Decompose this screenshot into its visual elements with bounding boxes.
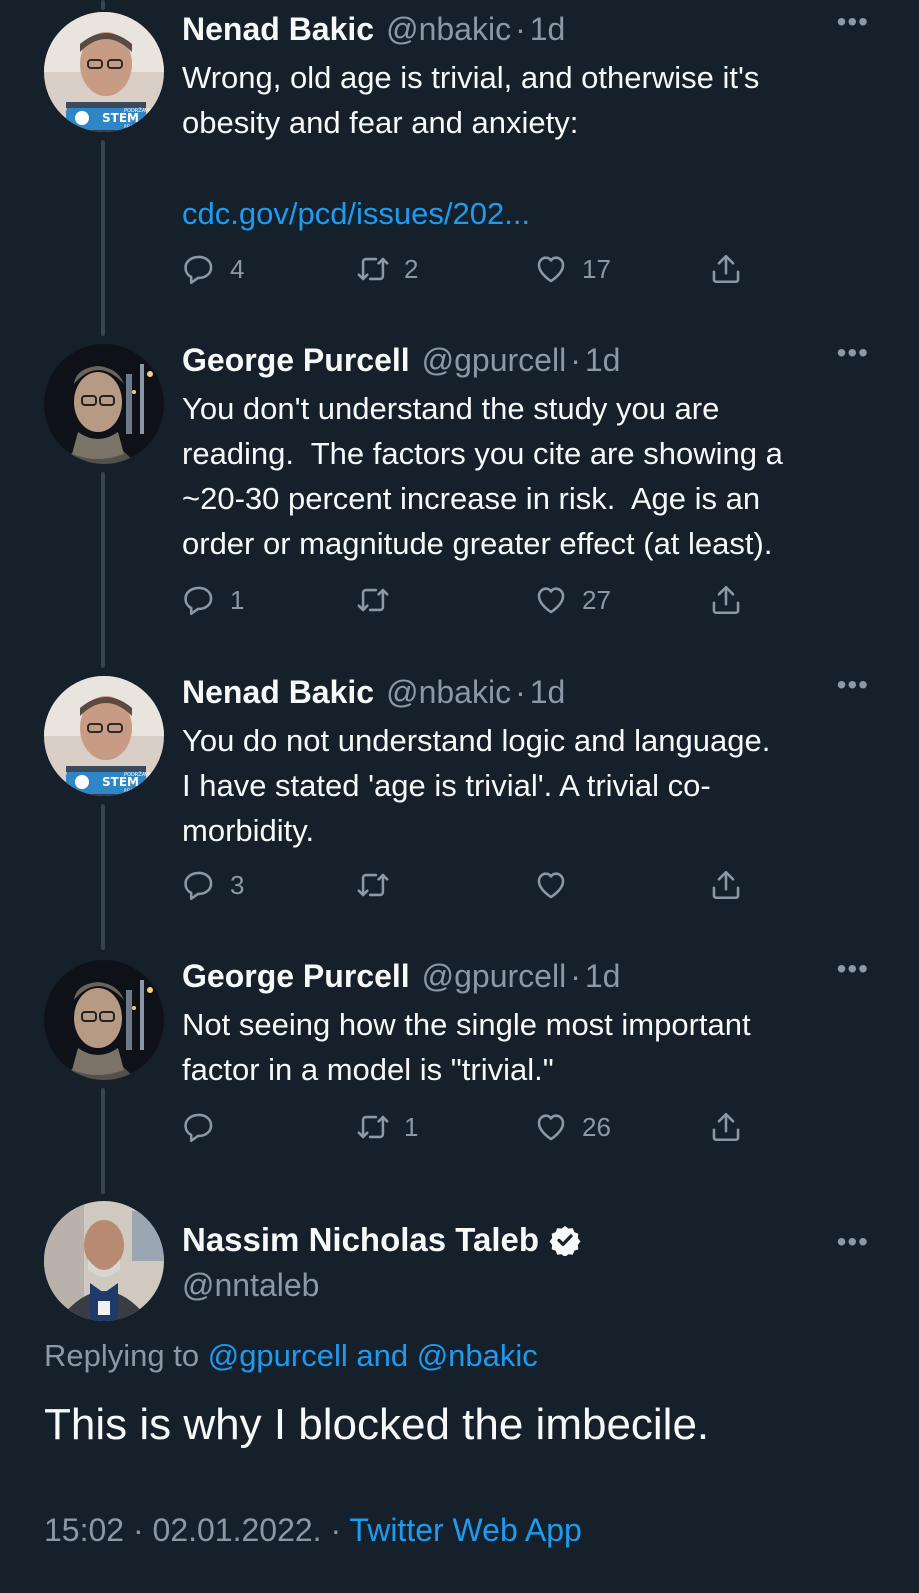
share-icon bbox=[709, 252, 743, 286]
avatar[interactable]: PODRŽAVAM STEM REVOLUCIJU bbox=[44, 12, 164, 132]
author-handle[interactable]: @gpurcell bbox=[422, 957, 567, 995]
tweet-actions: 1 26 bbox=[182, 1110, 782, 1150]
avatar-badge-bottom: REVOLUCIJU bbox=[124, 124, 148, 129]
retweet-icon bbox=[356, 1110, 390, 1144]
timestamp[interactable]: 1d bbox=[530, 10, 566, 48]
like-button[interactable] bbox=[534, 868, 582, 902]
reply-count: 1 bbox=[230, 584, 245, 615]
like-icon bbox=[534, 868, 568, 902]
separator: · bbox=[515, 11, 526, 47]
tweet[interactable]: George Purcell @gpurcell · 1d ••• Not se… bbox=[182, 955, 899, 1092]
author-name[interactable]: George Purcell bbox=[182, 341, 410, 379]
author-handle[interactable]: @nbakic bbox=[386, 673, 511, 711]
reply-count: 4 bbox=[230, 253, 245, 284]
author-name[interactable]: Nenad Bakic bbox=[182, 673, 374, 711]
share-button[interactable] bbox=[709, 1110, 743, 1144]
retweet-button[interactable] bbox=[356, 868, 404, 902]
like-count: 17 bbox=[582, 253, 611, 284]
reply-button[interactable]: 3 bbox=[182, 868, 244, 902]
avatar[interactable] bbox=[44, 1201, 164, 1321]
share-icon bbox=[709, 583, 743, 617]
thread-line bbox=[101, 804, 105, 950]
tweet[interactable]: George Purcell @gpurcell · 1d ••• You do… bbox=[182, 339, 899, 566]
reply-icon bbox=[182, 868, 216, 902]
avatar[interactable] bbox=[44, 960, 164, 1080]
tweet[interactable]: Nenad Bakic @nbakic · 1d ••• You do not … bbox=[182, 671, 899, 853]
main-tweet-text: This is why I blocked the imbecile. bbox=[44, 1400, 710, 1449]
more-icon[interactable]: ••• bbox=[837, 1228, 869, 1256]
share-button[interactable] bbox=[709, 252, 743, 286]
like-button[interactable]: 26 bbox=[534, 1110, 611, 1144]
author-handle[interactable]: @nntaleb bbox=[182, 1264, 581, 1306]
author-handle[interactable]: @gpurcell bbox=[422, 341, 567, 379]
author-name[interactable]: George Purcell bbox=[182, 957, 410, 995]
like-icon bbox=[534, 583, 568, 617]
avatar[interactable]: PODRŽAVAM STEM REVOLUCIJU bbox=[44, 676, 164, 796]
share-button[interactable] bbox=[709, 868, 743, 902]
thread-line bbox=[101, 140, 105, 336]
retweet-icon bbox=[356, 583, 390, 617]
tweet-actions: 3 bbox=[182, 868, 782, 908]
separator: · bbox=[570, 958, 581, 994]
like-button[interactable]: 27 bbox=[534, 583, 611, 617]
retweet-icon bbox=[356, 868, 390, 902]
tweet-text: Wrong, old age is trivial, and otherwise… bbox=[182, 60, 760, 140]
like-icon bbox=[534, 1110, 568, 1144]
retweet-icon bbox=[356, 252, 390, 286]
like-count: 27 bbox=[582, 584, 611, 615]
separator: · bbox=[515, 674, 526, 710]
like-count: 26 bbox=[582, 1111, 611, 1142]
more-icon[interactable]: ••• bbox=[837, 8, 869, 36]
tweet-text: You don't understand the study you are r… bbox=[182, 391, 783, 561]
share-button[interactable] bbox=[709, 583, 743, 617]
tweet-source-app[interactable]: Twitter Web App bbox=[349, 1512, 581, 1548]
reply-button[interactable] bbox=[182, 1110, 230, 1144]
avatar[interactable] bbox=[44, 344, 164, 464]
timestamp[interactable]: 1d bbox=[530, 673, 566, 711]
thread-line bbox=[101, 1088, 105, 1194]
tweet-text: You do not understand logic and language… bbox=[182, 723, 771, 848]
reply-count: 3 bbox=[230, 869, 245, 900]
more-icon[interactable]: ••• bbox=[837, 339, 869, 367]
tweet-link[interactable]: cdc.gov/pcd/issues/202... bbox=[182, 191, 899, 236]
avatar-badge-text: STEM bbox=[102, 111, 139, 125]
tweet-actions: 1 27 bbox=[182, 583, 782, 623]
retweet-count: 2 bbox=[404, 253, 419, 284]
retweet-button[interactable] bbox=[356, 583, 404, 617]
replying-to: Replying to @gpurcell and @nbakic bbox=[44, 1338, 538, 1374]
replying-mentions[interactable]: @gpurcell and @nbakic bbox=[208, 1338, 538, 1373]
like-icon bbox=[534, 252, 568, 286]
reply-button[interactable]: 1 bbox=[182, 583, 244, 617]
reply-icon bbox=[182, 583, 216, 617]
reply-icon bbox=[182, 252, 216, 286]
tweet-metadata: 15:02 · 02.01.2022. · Twitter Web App bbox=[44, 1512, 582, 1549]
retweet-button[interactable]: 2 bbox=[356, 252, 418, 286]
author-name[interactable]: Nenad Bakic bbox=[182, 10, 374, 48]
thread-line bbox=[101, 472, 105, 668]
reply-button[interactable]: 4 bbox=[182, 252, 244, 286]
more-icon[interactable]: ••• bbox=[837, 671, 869, 699]
tweet-timestamp[interactable]: 15:02 · 02.01.2022. · bbox=[44, 1512, 349, 1548]
timestamp[interactable]: 1d bbox=[585, 957, 621, 995]
more-icon[interactable]: ••• bbox=[837, 955, 869, 983]
tweet-text: Not seeing how the single most important… bbox=[182, 1007, 751, 1087]
replying-prefix: Replying to bbox=[44, 1338, 208, 1373]
timestamp[interactable]: 1d bbox=[585, 341, 621, 379]
share-icon bbox=[709, 868, 743, 902]
author-name[interactable]: Nassim Nicholas Taleb bbox=[182, 1220, 539, 1260]
retweet-button[interactable]: 1 bbox=[356, 1110, 418, 1144]
avatar-badge-text: STEM bbox=[102, 775, 139, 789]
avatar-badge-bottom: REVOLUCIJU bbox=[124, 788, 148, 793]
tweet-actions: 4 2 17 bbox=[182, 252, 782, 292]
like-button[interactable]: 17 bbox=[534, 252, 611, 286]
separator: · bbox=[570, 342, 581, 378]
author-handle[interactable]: @nbakic bbox=[386, 10, 511, 48]
retweet-count: 1 bbox=[404, 1111, 419, 1142]
tweet[interactable]: Nenad Bakic @nbakic · 1d ••• Wrong, old … bbox=[182, 8, 899, 236]
reply-icon bbox=[182, 1110, 216, 1144]
main-tweet-header: Nassim Nicholas Taleb @nntaleb bbox=[182, 1220, 581, 1306]
share-icon bbox=[709, 1110, 743, 1144]
thread-line bbox=[101, 0, 105, 10]
verified-badge-icon bbox=[549, 1226, 581, 1256]
